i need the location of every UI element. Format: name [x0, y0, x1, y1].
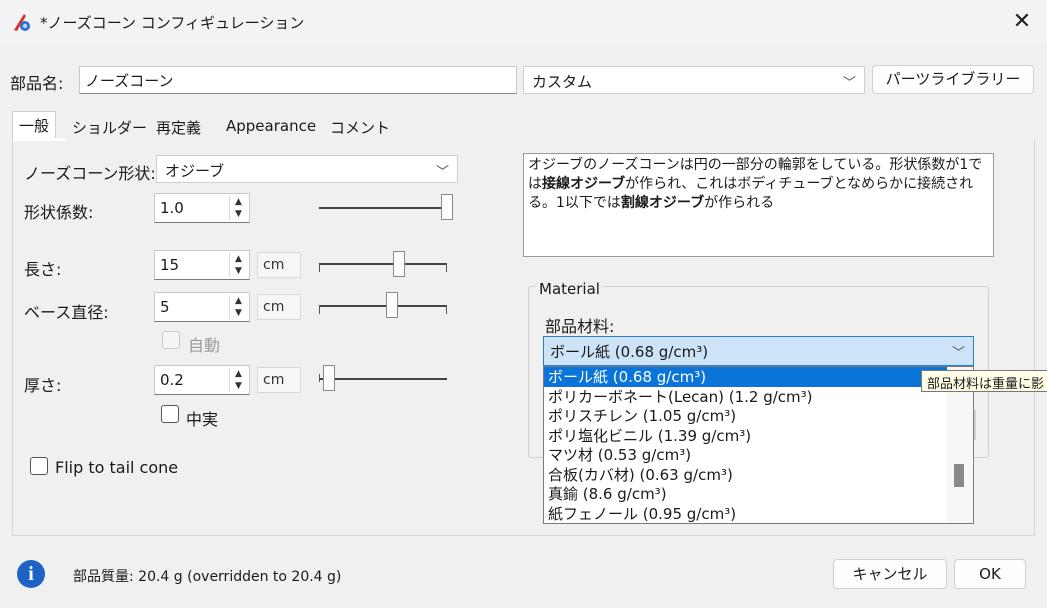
thickness-slider-thumb[interactable]: [323, 365, 335, 391]
material-option[interactable]: 合板(カバ材) (0.63 g/cm³): [544, 465, 948, 485]
preset-select[interactable]: カスタム ﹀: [523, 66, 865, 94]
cancel-button[interactable]: キャンセル: [833, 559, 947, 589]
tab-comment[interactable]: コメント: [324, 114, 396, 140]
chevron-down-icon: ﹀: [951, 346, 965, 361]
description-bold-2: 割線オジーブ: [620, 195, 705, 211]
material-group-divider: [974, 410, 976, 440]
component-name-label: 部品名:: [10, 74, 64, 93]
thickness-spinner[interactable]: 0.2 ▲ ▼: [154, 365, 250, 395]
slider-tick: [446, 306, 447, 314]
shape-value: オジーブ: [165, 162, 225, 180]
length-slider-thumb[interactable]: [393, 251, 405, 277]
tab-appearance[interactable]: Appearance: [220, 114, 322, 140]
rocket-app-icon: [10, 10, 34, 34]
shape-param-slider-thumb[interactable]: [441, 194, 453, 220]
material-option[interactable]: 紙フェノール (0.95 g/cm³): [544, 504, 948, 523]
description-text-3: が作られる: [704, 195, 775, 211]
material-group-title: Material: [536, 280, 603, 298]
material-option[interactable]: 真鍮 (8.6 g/cm³): [544, 484, 948, 504]
filled-label: 中実: [186, 410, 219, 429]
active-tab-gap: [13, 138, 65, 141]
diameter-spinner[interactable]: 5 ▲ ▼: [154, 292, 250, 322]
flip-checkbox[interactable]: [30, 457, 48, 475]
tab-general[interactable]: 一般: [12, 111, 57, 140]
shape-param-slider[interactable]: [319, 207, 453, 209]
tab-shoulder[interactable]: ショルダー: [66, 114, 153, 140]
spin-up-icon[interactable]: ▲: [230, 295, 247, 307]
diameter-value: 5: [160, 298, 170, 316]
thickness-value: 0.2: [160, 371, 184, 389]
slider-tick: [319, 306, 320, 314]
preset-value: カスタム: [532, 73, 593, 91]
auto-label: 自動: [188, 336, 221, 355]
parts-library-button[interactable]: パーツライブラリー: [872, 65, 1034, 94]
diameter-unit[interactable]: cm: [257, 294, 301, 320]
material-option[interactable]: ボール紙 (0.68 g/cm³): [544, 367, 948, 387]
description-bold-1: 接線オジーブ: [542, 176, 626, 192]
material-dropdown-list: ボール紙 (0.68 g/cm³) ポリカーボネート(Lecan) (1.2 g…: [543, 366, 974, 524]
chevron-down-icon: ﹀: [435, 165, 449, 180]
mass-text: 部品質量: 20.4 g (overridden to 20.4 g): [73, 569, 342, 585]
thickness-label: 厚さ:: [24, 376, 62, 395]
shape-select[interactable]: オジーブ ﹀: [156, 155, 458, 183]
slider-tick: [319, 264, 320, 272]
spin-down-icon[interactable]: ▼: [230, 208, 247, 220]
description-box: オジーブのノーズコーンは円の一部分の輪郭をしている。形状係数が1では接線オジーブ…: [523, 153, 994, 257]
material-label: 部品材料:: [545, 317, 615, 336]
material-option[interactable]: ポリカーボネート(Lecan) (1.2 g/cm³): [544, 387, 948, 407]
auto-checkbox[interactable]: [162, 331, 180, 349]
shape-param-spinner[interactable]: 1.0 ▲ ▼: [154, 193, 250, 223]
material-select[interactable]: ボール紙 (0.68 g/cm³) ﹀: [543, 336, 974, 366]
info-icon: i: [17, 560, 45, 588]
slider-tick: [319, 374, 320, 382]
tab-override[interactable]: 再定義: [150, 114, 207, 140]
material-option[interactable]: ポリ塩化ビニル (1.39 g/cm³): [544, 426, 948, 446]
filled-checkbox[interactable]: [161, 405, 179, 423]
shape-param-label: 形状係数:: [24, 203, 94, 222]
spin-down-icon[interactable]: ▼: [230, 265, 247, 277]
close-icon[interactable]: ✕: [1008, 8, 1036, 36]
window-title: *ノーズコーン コンフィギュレーション: [40, 14, 305, 32]
dropdown-scrollbar-thumb[interactable]: [954, 464, 964, 487]
length-label: 長さ:: [24, 260, 62, 279]
length-slider[interactable]: [319, 263, 447, 265]
spin-down-icon[interactable]: ▼: [230, 307, 247, 319]
shape-label: ノーズコーン形状:: [24, 164, 156, 183]
length-value: 15: [160, 256, 180, 274]
material-tooltip: 部品材料は重量に影: [921, 370, 1047, 392]
diameter-slider-thumb[interactable]: [386, 292, 398, 318]
flip-label: Flip to tail cone: [55, 458, 179, 477]
material-option[interactable]: マツ材 (0.53 g/cm³): [544, 445, 948, 465]
spin-down-icon[interactable]: ▼: [230, 380, 247, 392]
diameter-label: ベース直径:: [24, 303, 109, 322]
thickness-slider[interactable]: [319, 378, 447, 380]
spin-up-icon[interactable]: ▲: [230, 253, 247, 265]
material-option[interactable]: ポリスチレン (1.05 g/cm³): [544, 406, 948, 426]
length-unit[interactable]: cm: [257, 252, 301, 278]
thickness-unit[interactable]: cm: [257, 367, 301, 393]
component-name-input[interactable]: ノーズコーン: [79, 66, 517, 94]
shape-param-value: 1.0: [160, 199, 184, 217]
slider-tick: [446, 264, 447, 272]
diameter-slider[interactable]: [319, 305, 447, 307]
length-spinner[interactable]: 15 ▲ ▼: [154, 250, 250, 280]
spin-up-icon[interactable]: ▲: [230, 368, 247, 380]
ok-button[interactable]: OK: [954, 559, 1026, 589]
chevron-down-icon: ﹀: [842, 76, 856, 91]
spin-up-icon[interactable]: ▲: [230, 196, 247, 208]
material-selected-value: ボール紙 (0.68 g/cm³): [550, 343, 709, 361]
